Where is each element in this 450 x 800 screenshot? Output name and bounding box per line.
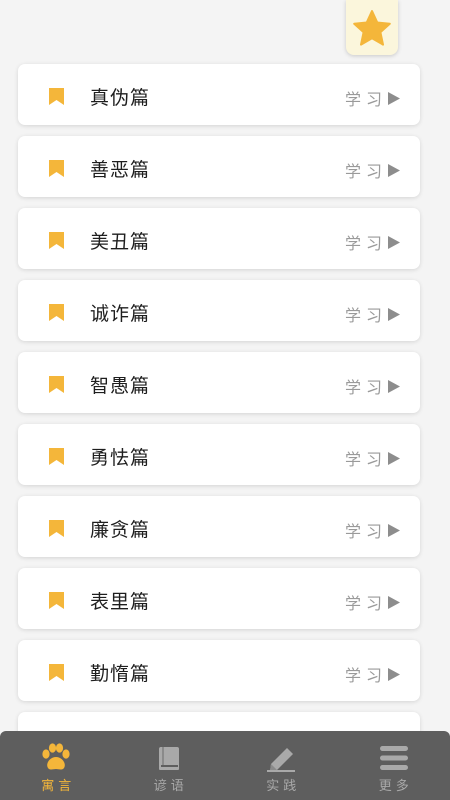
bookmark-icon xyxy=(49,664,64,681)
study-link[interactable]: 学习 xyxy=(345,518,400,542)
bookmark-icon xyxy=(49,160,64,177)
tab-practice[interactable]: 实践 xyxy=(225,731,338,800)
study-link[interactable]: 学习 xyxy=(345,230,400,254)
play-arrow-icon xyxy=(388,163,400,177)
study-label: 学习 xyxy=(344,594,387,613)
tab-more[interactable]: 更多 xyxy=(338,731,450,800)
study-label: 学习 xyxy=(344,162,387,181)
study-label: 学习 xyxy=(344,450,387,469)
bookmark-icon xyxy=(49,232,64,249)
paw-icon xyxy=(42,743,70,770)
bottom-tab-bar: 寓言 谚语 实践 更多 xyxy=(0,731,450,800)
tab-label: 谚语 xyxy=(153,779,188,794)
chapter-title: 真伪篇 xyxy=(90,87,151,109)
chapter-card[interactable]: 诚诈篇 学习 xyxy=(18,280,420,341)
study-label: 学习 xyxy=(344,666,387,685)
study-label: 学习 xyxy=(344,90,387,109)
play-arrow-icon xyxy=(388,451,400,465)
study-link[interactable]: 学习 xyxy=(345,590,400,614)
bookmark-icon xyxy=(49,592,64,609)
chapter-title: 勤惰篇 xyxy=(90,663,151,685)
tab-label: 寓言 xyxy=(41,779,76,794)
study-link[interactable]: 学习 xyxy=(345,86,400,110)
chapter-card[interactable]: 表里篇 学习 xyxy=(18,568,420,629)
play-arrow-icon xyxy=(388,235,400,249)
study-label: 学习 xyxy=(344,234,387,253)
chapter-card[interactable]: 廉贪篇 学习 xyxy=(18,496,420,557)
chapter-title: 美丑篇 xyxy=(90,231,151,253)
favorites-button[interactable] xyxy=(346,0,398,55)
pencil-icon xyxy=(267,748,296,772)
chapter-card[interactable]: 真伪篇 学习 xyxy=(18,64,420,125)
play-arrow-icon xyxy=(388,523,400,537)
bookmark-icon xyxy=(49,448,64,465)
chapter-list: 真伪篇 学习 善恶篇 学习 美丑篇 学习 诚诈篇 学习 智愚篇 学习 勇怯篇 学… xyxy=(18,64,420,763)
chapter-card[interactable]: 勇怯篇 学习 xyxy=(18,424,420,485)
chapter-title: 诚诈篇 xyxy=(90,303,151,325)
chapter-title: 廉贪篇 xyxy=(90,519,151,541)
tab-label: 实践 xyxy=(266,779,301,794)
play-arrow-icon xyxy=(388,379,400,393)
bookmark-icon xyxy=(49,376,64,393)
bookmark-icon xyxy=(49,88,64,105)
chapter-title: 智愚篇 xyxy=(90,375,151,397)
study-link[interactable]: 学习 xyxy=(345,302,400,326)
tab-fables[interactable]: 寓言 xyxy=(0,731,113,800)
chapter-title: 善恶篇 xyxy=(90,159,151,181)
study-label: 学习 xyxy=(344,306,387,325)
bookmark-icon xyxy=(49,304,64,321)
tab-label: 更多 xyxy=(378,779,413,794)
tab-proverbs[interactable]: 谚语 xyxy=(113,731,226,800)
chapter-title: 表里篇 xyxy=(90,591,151,613)
play-arrow-icon xyxy=(388,307,400,321)
study-label: 学习 xyxy=(344,522,387,541)
play-arrow-icon xyxy=(388,667,400,681)
chapter-card[interactable]: 美丑篇 学习 xyxy=(18,208,420,269)
chapter-card[interactable]: 勤惰篇 学习 xyxy=(18,640,420,701)
star-icon xyxy=(353,9,391,46)
study-label: 学习 xyxy=(344,378,387,397)
study-link[interactable]: 学习 xyxy=(345,374,400,398)
book-icon xyxy=(158,747,179,770)
bookmark-icon xyxy=(49,520,64,537)
chapter-card[interactable]: 智愚篇 学习 xyxy=(18,352,420,413)
play-arrow-icon xyxy=(388,595,400,609)
study-link[interactable]: 学习 xyxy=(345,662,400,686)
chapter-title: 勇怯篇 xyxy=(90,447,151,469)
chapter-card[interactable]: 善恶篇 学习 xyxy=(18,136,420,197)
study-link[interactable]: 学习 xyxy=(345,446,400,470)
menu-icon xyxy=(379,746,408,770)
study-link[interactable]: 学习 xyxy=(345,158,400,182)
play-arrow-icon xyxy=(388,91,400,105)
